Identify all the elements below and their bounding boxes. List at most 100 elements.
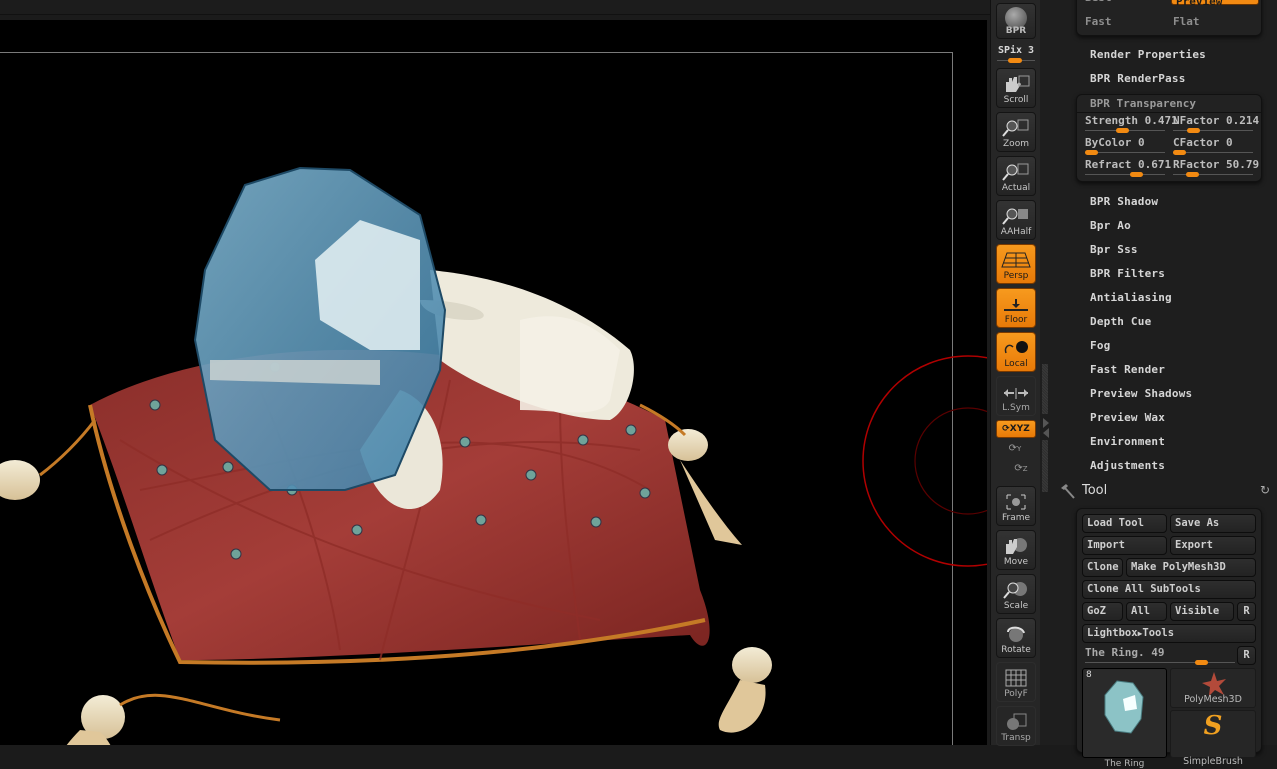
- z-label: Z: [1022, 465, 1028, 473]
- clone-all-subtools-button[interactable]: Clone All SubTools: [1082, 580, 1256, 599]
- goz-visible-button[interactable]: Visible: [1170, 602, 1234, 621]
- strength-slider-label[interactable]: Strength 0.471: [1085, 114, 1178, 127]
- rfactor-slider[interactable]: [1173, 172, 1253, 177]
- menu-adjustments[interactable]: Adjustments: [1090, 459, 1165, 472]
- menu-environment[interactable]: Environment: [1090, 435, 1165, 448]
- load-tool-button[interactable]: Load Tool: [1082, 514, 1167, 533]
- frame-button[interactable]: Frame: [996, 486, 1036, 526]
- bycolor-slider-label[interactable]: ByColor 0: [1085, 136, 1145, 149]
- rfactor-slider-label[interactable]: RFactor 50.79: [1173, 158, 1259, 171]
- tray-divider[interactable]: [1040, 0, 1054, 745]
- menu-antialiasing[interactable]: Antialiasing: [1090, 291, 1172, 304]
- menu-preview-wax[interactable]: Preview Wax: [1090, 411, 1165, 424]
- tray-drag-handle-bottom[interactable]: [1042, 440, 1048, 492]
- tray-drag-handle-top[interactable]: [1042, 364, 1048, 414]
- bpr-transparency-title[interactable]: BPR Transparency: [1090, 97, 1196, 110]
- lightbox-label: Lightbox: [1087, 627, 1138, 639]
- local-button[interactable]: Local: [996, 332, 1036, 372]
- scroll-button[interactable]: Scroll: [996, 68, 1036, 108]
- nfactor-slider-knob[interactable]: [1187, 128, 1201, 133]
- import-button[interactable]: Import: [1082, 536, 1167, 555]
- rotate-z-button[interactable]: ⟳Z: [1011, 463, 1031, 479]
- floor-button[interactable]: Floor: [996, 288, 1036, 328]
- nfactor-slider-label[interactable]: NFactor 0.2142: [1173, 114, 1259, 127]
- frame-label: Frame: [1001, 513, 1031, 523]
- best-render-button[interactable]: Best: [1085, 0, 1112, 4]
- zoom-button[interactable]: Zoom: [996, 112, 1036, 152]
- menu-bpr-renderpass[interactable]: BPR RenderPass: [1090, 72, 1186, 85]
- lsym-button[interactable]: L.Sym: [996, 376, 1036, 416]
- menu-render-properties[interactable]: Render Properties: [1090, 48, 1206, 61]
- xyz-label: XYZ: [1009, 424, 1030, 434]
- preview-render-button[interactable]: Preview: [1171, 0, 1259, 8]
- polymesh3d-label: PolyMesh3D: [1184, 694, 1242, 705]
- current-tool-slider[interactable]: [1085, 660, 1235, 665]
- tool-thumbnail-simplebrush[interactable]: S SimpleBrush: [1170, 710, 1256, 767]
- rfactor-slider-knob[interactable]: [1186, 172, 1200, 177]
- persp-button[interactable]: Persp: [996, 244, 1036, 284]
- transp-button[interactable]: Transp: [996, 706, 1036, 746]
- goz-r-button[interactable]: R: [1237, 602, 1256, 621]
- menu-fog[interactable]: Fog: [1090, 339, 1110, 352]
- menu-depth-cue[interactable]: Depth Cue: [1090, 315, 1151, 328]
- bycolor-slider[interactable]: [1085, 150, 1165, 155]
- simplebrush-label: SimpleBrush: [1183, 756, 1243, 767]
- goz-all-button[interactable]: All: [1126, 602, 1167, 621]
- collapse-arrow-icon[interactable]: [1043, 428, 1049, 438]
- flat-render-mode-button[interactable]: Flat: [1173, 15, 1200, 28]
- bycolor-slider-knob[interactable]: [1085, 150, 1098, 155]
- rotate-button[interactable]: Rotate: [996, 618, 1036, 658]
- tool-palette-header[interactable]: Tool ↻: [1056, 480, 1276, 502]
- spix-label: SPix 3: [997, 45, 1035, 56]
- rotate-label: Rotate: [1001, 645, 1031, 655]
- top-menu-strip: [0, 0, 990, 15]
- scale-button[interactable]: Scale: [996, 574, 1036, 614]
- right-shelf: BPR SPix 3 Scroll Zoom Actual AAHalf Per…: [990, 0, 1040, 746]
- rotate-xyz-button[interactable]: ⟳XYZ: [996, 420, 1036, 438]
- current-tool-slider-knob[interactable]: [1194, 660, 1208, 665]
- hammer-icon: [1061, 484, 1075, 499]
- goz-button[interactable]: GoZ: [1082, 602, 1123, 621]
- clone-button[interactable]: Clone: [1082, 558, 1123, 577]
- make-polymesh3d-button[interactable]: Make PolyMesh3D: [1126, 558, 1256, 577]
- rotate-y-button[interactable]: ⟳Y: [1005, 443, 1025, 459]
- tool-thumbnail-polymesh3d[interactable]: PolyMesh3D: [1170, 668, 1256, 708]
- menu-fast-render[interactable]: Fast Render: [1090, 363, 1165, 376]
- nfactor-slider[interactable]: [1173, 128, 1253, 133]
- menu-preview-shadows[interactable]: Preview Shadows: [1090, 387, 1192, 400]
- actual-button[interactable]: Actual: [996, 156, 1036, 196]
- bpr-render-button[interactable]: BPR: [996, 3, 1036, 39]
- menu-bpr-ao[interactable]: Bpr Ao: [1090, 219, 1131, 232]
- cfactor-slider-label[interactable]: CFactor 0: [1173, 136, 1233, 149]
- reset-palette-icon[interactable]: ↻: [1260, 483, 1270, 497]
- spix-slider[interactable]: [997, 58, 1035, 63]
- tool-r-button[interactable]: R: [1237, 646, 1256, 665]
- strength-slider[interactable]: [1085, 128, 1165, 133]
- refract-slider[interactable]: [1085, 172, 1165, 177]
- local-label: Local: [1004, 359, 1028, 369]
- hand-scroll-icon: [997, 73, 1035, 95]
- refract-slider-label[interactable]: Refract 0.6714: [1085, 158, 1171, 171]
- bpr-transparency-box: BPR Transparency Strength 0.471 NFactor …: [1076, 94, 1262, 182]
- spix-slider-knob[interactable]: [1007, 58, 1022, 63]
- menu-bpr-sss[interactable]: Bpr Sss: [1090, 243, 1138, 256]
- cfactor-slider[interactable]: [1173, 150, 1253, 155]
- fast-render-mode-button[interactable]: Fast: [1085, 15, 1112, 28]
- menu-bpr-shadow[interactable]: BPR Shadow: [1090, 195, 1158, 208]
- cfactor-slider-knob[interactable]: [1173, 150, 1186, 155]
- polyf-button[interactable]: PolyF: [996, 662, 1036, 702]
- ring-thumbnail-label: The Ring: [1104, 759, 1145, 769]
- export-button[interactable]: Export: [1170, 536, 1256, 555]
- simplebrush-s-icon: S: [1203, 711, 1223, 741]
- move-button[interactable]: Move: [996, 530, 1036, 570]
- save-as-button[interactable]: Save As: [1170, 514, 1256, 533]
- menu-bpr-filters[interactable]: BPR Filters: [1090, 267, 1165, 280]
- strength-slider-knob[interactable]: [1116, 128, 1130, 133]
- lightbox-tools-button[interactable]: Lightbox▶Tools: [1082, 624, 1256, 643]
- refract-slider-knob[interactable]: [1129, 172, 1143, 177]
- 3d-scene[interactable]: [0, 20, 987, 745]
- expand-arrow-icon[interactable]: [1043, 418, 1049, 428]
- current-tool-slider-label[interactable]: The Ring. 49: [1085, 646, 1164, 659]
- document-canvas[interactable]: [0, 20, 987, 745]
- aahalf-button[interactable]: AAHalf: [996, 200, 1036, 240]
